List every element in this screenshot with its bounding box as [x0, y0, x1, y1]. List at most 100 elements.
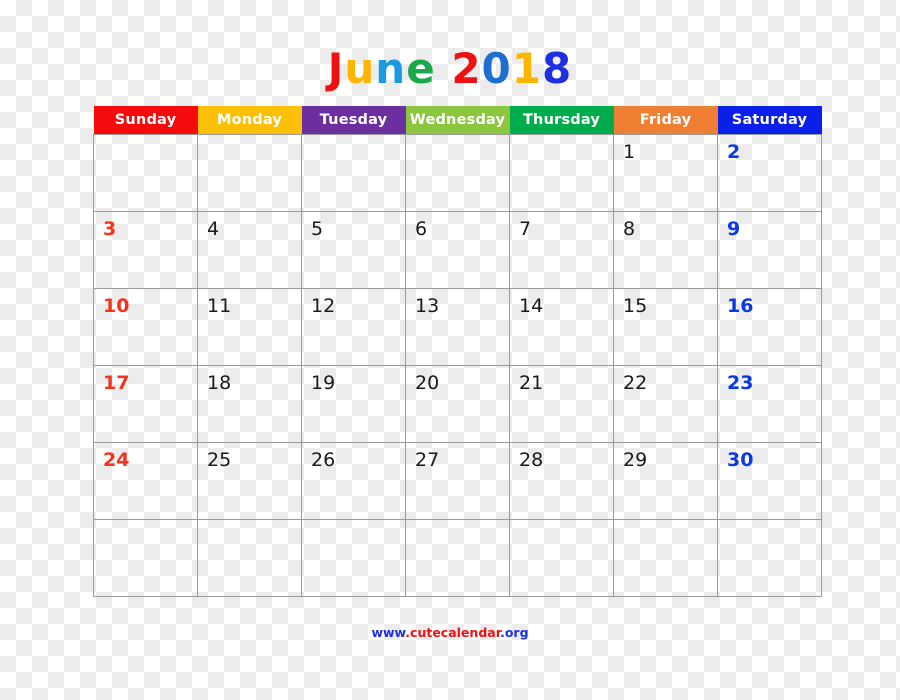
day-number: 5: [311, 218, 324, 240]
calendar-day-cell[interactable]: 17: [93, 365, 198, 443]
weekday-header-saturday: Saturday: [717, 106, 822, 135]
calendar-day-cell[interactable]: 1: [613, 134, 718, 212]
calendar-week-row: 12: [93, 134, 822, 212]
calendar-empty-cell: [93, 134, 198, 212]
calendar-empty-cell: [405, 519, 510, 597]
footer-url[interactable]: www.cutecalendar.org: [0, 626, 900, 640]
day-number-empty: [94, 520, 197, 547]
calendar-empty-cell: [301, 134, 406, 212]
weekday-header-label: Tuesday: [319, 112, 388, 128]
day-number-empty: [510, 520, 613, 547]
footer-url-part: cutecalendar: [410, 625, 501, 640]
title-letter: [436, 44, 452, 93]
calendar-day-cell[interactable]: 5: [301, 211, 406, 289]
weekday-header-sunday: Sunday: [93, 106, 198, 135]
day-number-empty: [510, 135, 613, 162]
calendar-day-cell[interactable]: 7: [509, 211, 614, 289]
weekday-header-monday: Monday: [197, 106, 302, 135]
weekday-header-label: Saturday: [731, 112, 808, 128]
calendar-empty-cell: [93, 519, 198, 597]
calendar-empty-cell: [509, 134, 614, 212]
title-letter: e: [406, 44, 436, 93]
day-number: 12: [311, 295, 336, 317]
day-number: 20: [415, 372, 440, 394]
calendar-day-cell[interactable]: 26: [301, 442, 406, 520]
calendar-day-cell[interactable]: 10: [93, 288, 198, 366]
day-number-empty: [302, 520, 405, 547]
day-number: 7: [519, 218, 532, 240]
calendar-grid: Sunday Monday Tuesday Wednesday Thursday Frid…: [93, 106, 822, 597]
calendar-week-row: 10 11 12 13 14 15 16: [93, 288, 822, 366]
day-number: 15: [623, 295, 648, 317]
calendar-day-cell[interactable]: 3: [93, 211, 198, 289]
day-number-empty: [198, 135, 301, 162]
day-number: 19: [311, 372, 336, 394]
day-number: 21: [519, 372, 544, 394]
weekday-header-label: Thursday: [522, 112, 601, 128]
calendar-day-cell[interactable]: 23: [717, 365, 822, 443]
footer-url-part: www: [371, 625, 406, 640]
calendar-day-cell[interactable]: 25: [197, 442, 302, 520]
day-number-empty: [406, 135, 509, 162]
calendar-day-cell[interactable]: 24: [93, 442, 198, 520]
calendar-day-cell[interactable]: 9: [717, 211, 822, 289]
title-letter: u: [344, 44, 376, 93]
day-number: 22: [623, 372, 648, 394]
day-number: 1: [623, 141, 636, 163]
calendar-day-cell[interactable]: 29: [613, 442, 718, 520]
day-number: 9: [727, 218, 741, 240]
calendar-empty-cell: [613, 519, 718, 597]
day-number: 17: [103, 372, 130, 394]
calendar-day-cell[interactable]: 14: [509, 288, 614, 366]
day-number-empty: [614, 520, 717, 547]
calendar-day-cell[interactable]: 18: [197, 365, 302, 443]
weekday-header-label: Sunday: [114, 112, 177, 128]
calendar-empty-cell: [301, 519, 406, 597]
day-number-empty: [718, 520, 821, 547]
calendar-week-row: [93, 519, 822, 597]
day-number: 26: [311, 449, 336, 471]
weekday-header-label: Friday: [639, 112, 692, 128]
title-letter: J: [327, 44, 345, 93]
day-number: 14: [519, 295, 544, 317]
weekday-header-label: Monday: [216, 112, 283, 128]
weekday-header-label: Wednesday: [409, 112, 506, 128]
calendar-day-cell[interactable]: 4: [197, 211, 302, 289]
calendar-day-cell[interactable]: 13: [405, 288, 510, 366]
calendar-day-cell[interactable]: 6: [405, 211, 510, 289]
calendar-body: 1 2 3 4 5 6 7 8 9 10 11 12 13 14 15 16 17 18 19 20 21 22 23 24 2…: [93, 134, 822, 597]
calendar-day-cell[interactable]: 28: [509, 442, 614, 520]
calendar-week-row: 24 25 26 27 28 29 30: [93, 442, 822, 520]
day-number: 23: [727, 372, 754, 394]
calendar-day-cell[interactable]: 19: [301, 365, 406, 443]
calendar-day-cell[interactable]: 15: [613, 288, 718, 366]
weekday-header-wednesday: Wednesday: [405, 106, 510, 135]
calendar-day-cell[interactable]: 20: [405, 365, 510, 443]
calendar-day-cell[interactable]: 30: [717, 442, 822, 520]
day-number: 27: [415, 449, 440, 471]
day-number-empty: [302, 135, 405, 162]
calendar-empty-cell: [717, 519, 822, 597]
calendar-empty-cell: [405, 134, 510, 212]
day-number: 30: [727, 449, 754, 471]
calendar-day-cell[interactable]: 21: [509, 365, 614, 443]
day-number: 28: [519, 449, 544, 471]
calendar-day-cell[interactable]: 8: [613, 211, 718, 289]
calendar-empty-cell: [197, 519, 302, 597]
title-letter: 2: [451, 44, 482, 93]
weekday-header-row: Sunday Monday Tuesday Wednesday Thursday Frid…: [93, 106, 822, 135]
calendar-day-cell[interactable]: 16: [717, 288, 822, 366]
title-letter: 0: [481, 44, 512, 93]
calendar-empty-cell: [509, 519, 614, 597]
calendar-day-cell[interactable]: 11: [197, 288, 302, 366]
weekday-header-friday: Friday: [613, 106, 718, 135]
calendar-day-cell[interactable]: 27: [405, 442, 510, 520]
day-number-empty: [406, 520, 509, 547]
calendar-day-cell[interactable]: 2: [717, 134, 822, 212]
day-number: 18: [207, 372, 232, 394]
calendar-week-row: 17 18 19 20 21 22 23: [93, 365, 822, 443]
calendar-title: June 2018: [0, 46, 900, 92]
calendar-day-cell[interactable]: 22: [613, 365, 718, 443]
footer-url-part: org: [504, 625, 529, 640]
calendar-day-cell[interactable]: 12: [301, 288, 406, 366]
